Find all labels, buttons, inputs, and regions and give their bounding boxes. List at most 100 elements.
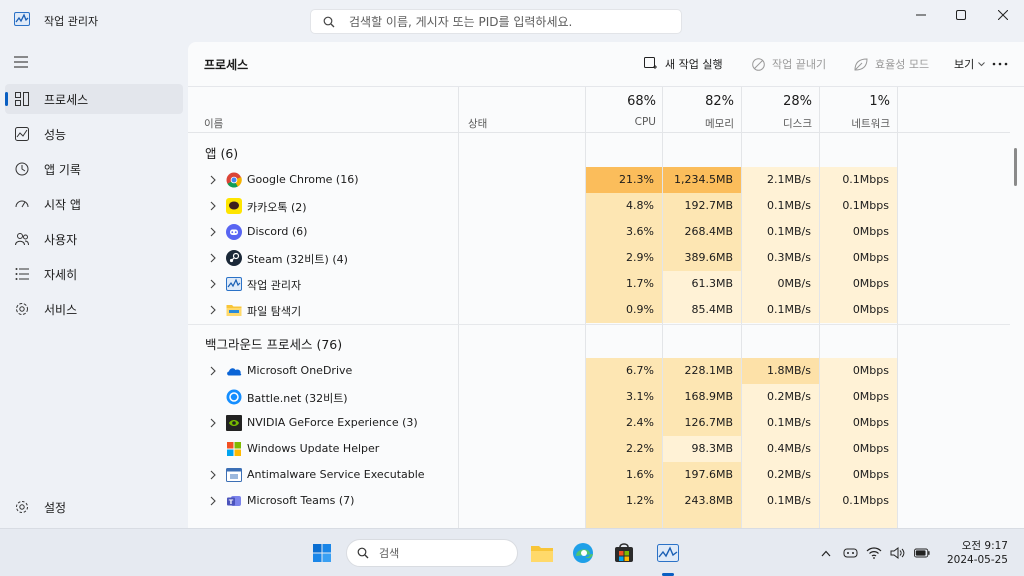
column-header-status[interactable]: 상태 <box>468 116 487 131</box>
search-box[interactable]: 검색할 이름, 게시자 또는 PID를 입력하세요. <box>310 9 682 34</box>
taskbar-edge[interactable] <box>569 539 597 567</box>
efficiency-mode-button[interactable]: 효율성 모드 <box>854 53 929 75</box>
store-icon <box>615 543 633 562</box>
chevron-right-icon[interactable] <box>208 200 218 212</box>
table-row[interactable]: 파일 탐색기 0.9% 85.4MB 0.1MB/s 0Mbps <box>188 297 1010 323</box>
cpu-cell: 1.6% <box>586 462 662 488</box>
clock-time: 오전 9:17 <box>961 540 1008 552</box>
table-row[interactable]: Windows Update Helper 2.2% 98.3MB 0.4MB/… <box>188 436 1010 462</box>
battery-status[interactable] <box>914 545 930 561</box>
sidebar-item-label: 시작 앱 <box>44 197 81 212</box>
chevron-right-icon[interactable] <box>208 226 218 238</box>
taskbar-file-explorer[interactable] <box>528 539 556 567</box>
maximize-button[interactable] <box>940 0 982 30</box>
run-new-task-button[interactable]: 새 작업 실행 <box>644 53 723 75</box>
cpu-cell: 0.9% <box>586 297 662 323</box>
chevron-right-icon[interactable] <box>208 469 218 481</box>
chevron-right-icon[interactable] <box>208 304 218 316</box>
chevron-right-icon[interactable] <box>208 174 218 186</box>
minimize-button[interactable] <box>900 0 942 30</box>
search-placeholder: 검색할 이름, 게시자 또는 PID를 입력하세요. <box>349 15 573 29</box>
chevron-right-icon[interactable] <box>208 252 218 264</box>
vertical-scrollbar[interactable] <box>1014 148 1017 186</box>
memory-cell <box>663 514 741 528</box>
process-name: 파일 탐색기 <box>247 305 302 318</box>
more-icon <box>992 62 1008 66</box>
column-header-disk[interactable]: 디스크 <box>742 116 812 131</box>
table-row[interactable]: 카카오톡 (2) 4.8% 192.7MB 0.1MB/s 0.1Mbps <box>188 193 1010 219</box>
sidebar-item-users[interactable]: 사용자 <box>5 224 183 254</box>
nvidia-icon <box>226 415 242 431</box>
chevron-right-icon[interactable] <box>208 495 218 507</box>
disk-cell: 0.3MB/s <box>742 245 819 271</box>
sidebar-item-app-history[interactable]: 앱 기록 <box>5 154 183 184</box>
table-row[interactable]: Antimalware Service Executable 1.6% 197.… <box>188 462 1010 488</box>
antimalware-icon <box>226 468 242 482</box>
chevron-up-icon <box>821 550 831 556</box>
sidebar-item-performance[interactable]: 성능 <box>5 119 183 149</box>
table-row[interactable]: Microsoft OneDrive 6.7% 228.1MB 1.8MB/s … <box>188 358 1010 384</box>
maximize-icon <box>956 10 966 20</box>
cpu-total-percent: 68% <box>627 94 656 109</box>
table-row[interactable]: T Microsoft Teams (7) 1.2% 243.8MB 0.1MB… <box>188 488 1010 514</box>
hamburger-button[interactable] <box>14 56 28 71</box>
taskbar-store[interactable] <box>610 539 638 567</box>
tray-overflow-button[interactable] <box>818 545 834 561</box>
sidebar-item-settings[interactable]: 설정 <box>5 492 183 522</box>
sidebar-item-label: 서비스 <box>44 302 78 317</box>
sidebar-item-details[interactable]: 자세히 <box>5 259 183 289</box>
disk-cell: 1.8MB/s <box>742 358 819 384</box>
column-header-name[interactable]: 이름 <box>204 116 223 131</box>
hamburger-icon <box>14 56 28 68</box>
table-row[interactable]: 작업 관리자 1.7% 61.3MB 0MB/s 0Mbps <box>188 271 1010 297</box>
close-button[interactable] <box>982 0 1024 30</box>
group-title-background[interactable]: 백그라운드 프로세스 (76) <box>205 334 342 353</box>
column-header-cpu[interactable]: CPU <box>586 116 656 128</box>
cpu-cell: 21.3% <box>586 167 662 193</box>
taskbar-search[interactable]: 검색 <box>346 539 518 567</box>
chevron-right-icon[interactable] <box>208 417 218 429</box>
process-name: Steam (32비트) (4) <box>247 253 348 266</box>
view-button[interactable]: 보기 <box>954 53 986 75</box>
disk-cell <box>742 514 819 528</box>
table-row[interactable]: Steam (32비트) (4) 2.9% 389.6MB 0.3MB/s 0M… <box>188 245 1010 271</box>
view-label: 보기 <box>954 58 975 71</box>
sidebar-item-services[interactable]: 서비스 <box>5 294 183 324</box>
title-bar: 작업 관리자 검색할 이름, 게시자 또는 PID를 입력하세요. <box>0 0 1024 42</box>
more-options-button[interactable] <box>992 53 1008 75</box>
column-header-memory[interactable]: 메모리 <box>664 116 734 131</box>
details-icon <box>14 266 30 282</box>
disk-cell: 0.4MB/s <box>742 436 819 462</box>
process-name: Microsoft Teams (7) <box>247 494 355 507</box>
end-task-button[interactable]: 작업 끝내기 <box>752 53 826 75</box>
network-cell <box>820 514 897 528</box>
chevron-right-icon[interactable] <box>208 278 218 290</box>
memory-cell: 228.1MB <box>663 358 741 384</box>
tray-app-icon[interactable] <box>842 545 858 561</box>
table-row[interactable]: NVIDIA GeForce Experience (3) 2.4% 126.7… <box>188 410 1010 436</box>
cpu-cell: 1.2% <box>586 488 662 514</box>
disk-cell: 0.1MB/s <box>742 488 819 514</box>
taskbar: 검색 오전 9:17 2024-05-25 <box>0 528 1024 576</box>
memory-cell: 85.4MB <box>663 297 741 323</box>
taskbar-task-manager[interactable] <box>654 539 682 567</box>
speaker-icon <box>890 547 905 559</box>
memory-cell: 268.4MB <box>663 219 741 245</box>
system-clock[interactable]: 오전 9:17 2024-05-25 <box>944 539 1008 567</box>
sidebar-item-processes[interactable]: 프로세스 <box>5 84 183 114</box>
chevron-right-icon[interactable] <box>208 365 218 377</box>
cpu-cell: 2.4% <box>586 410 662 436</box>
group-title-apps[interactable]: 앱 (6) <box>205 143 238 162</box>
process-name: Google Chrome (16) <box>247 173 359 186</box>
discord-icon <box>226 224 242 240</box>
column-header-network[interactable]: 네트워크 <box>820 116 890 131</box>
table-row[interactable]: Discord (6) 3.6% 268.4MB 0.1MB/s 0Mbps <box>188 219 1010 245</box>
table-row[interactable]: Battle.net (32비트) 3.1% 168.9MB 0.2MB/s 0… <box>188 384 1010 410</box>
sidebar-item-startup-apps[interactable]: 시작 앱 <box>5 189 183 219</box>
processes-panel: 프로세스 새 작업 실행 작업 끝내기 효율성 모드 보기 이름 상태 68% … <box>188 42 1024 528</box>
steam-icon <box>226 250 242 266</box>
network-status[interactable] <box>866 545 882 561</box>
start-button[interactable] <box>308 539 336 567</box>
volume-control[interactable] <box>890 545 906 561</box>
table-row[interactable]: Google Chrome (16) 21.3% 1,234.5MB 2.1MB… <box>188 167 1010 193</box>
